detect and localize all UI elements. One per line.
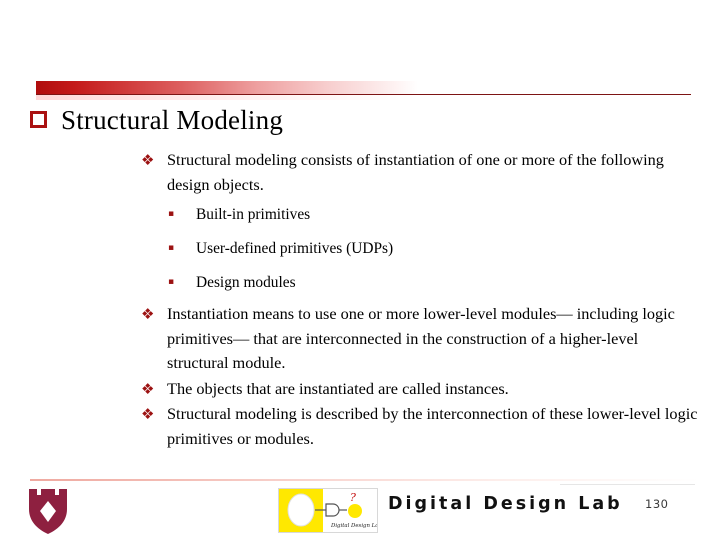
footer-divider [30,479,700,481]
sub-bullet-text: Design modules [196,274,296,291]
small-square-bullet-icon: ▪ [168,243,175,253]
small-square-bullet-icon: ▪ [168,209,175,219]
slide-canvas: Structural Modeling ❖ Structural modelin… [0,0,720,540]
bullet-text: Structural modeling consists of instanti… [167,150,664,194]
svg-text:Digital Design Lab: Digital Design Lab [330,523,377,529]
header-rule-soft-glow [36,95,418,100]
bullet-item: ❖ Structural modeling consists of instan… [139,148,699,197]
small-square-bullet-icon: ▪ [168,277,175,287]
bullet-item: ❖ Structural modeling is described by th… [139,402,699,451]
hollow-square-bullet-icon [30,111,47,128]
sub-bullet-text: User-defined primitives (UDPs) [196,240,394,257]
page-number: 130 [645,497,669,511]
footer-lab-name: Digital Design Lab [388,494,623,514]
floret-bullet-icon: ❖ [141,151,155,169]
page-title: Structural Modeling [30,106,690,134]
sub-bullet-text: Built-in primitives [196,206,311,223]
bullet-item: ❖ The objects that are instantiated are … [139,377,699,402]
floret-bullet-icon: ❖ [141,405,155,423]
sub-bullet-item: ▪ Design modules [139,268,699,297]
bullet-text: The objects that are instantiated are ca… [167,378,509,398]
header-gradient-bar [36,81,418,94]
digital-design-lab-logo-icon: ? Digital Design Lab [278,488,378,533]
floret-bullet-icon: ❖ [141,379,155,398]
university-shield-crest-icon [26,487,70,535]
sub-bullet-item: ▪ User-defined primitives (UDPs) [139,234,699,263]
sub-bullet-item: ▪ Built-in primitives [139,200,699,229]
page-title-text: Structural Modeling [61,105,284,135]
sub-bullet-group: ▪ Built-in primitives ▪ User-defined pri… [139,200,699,297]
header-decoration [0,78,720,104]
floret-bullet-icon: ❖ [141,305,155,323]
bullet-text: Instantiation means to use one or more l… [167,304,675,372]
svg-text:?: ? [350,491,356,504]
footer-divider-secondary [560,484,695,485]
content-body: ❖ Structural modeling consists of instan… [139,148,699,452]
bullet-item: ❖ Instantiation means to use one or more… [139,302,699,376]
bullet-text: Structural modeling is described by the … [167,404,698,448]
